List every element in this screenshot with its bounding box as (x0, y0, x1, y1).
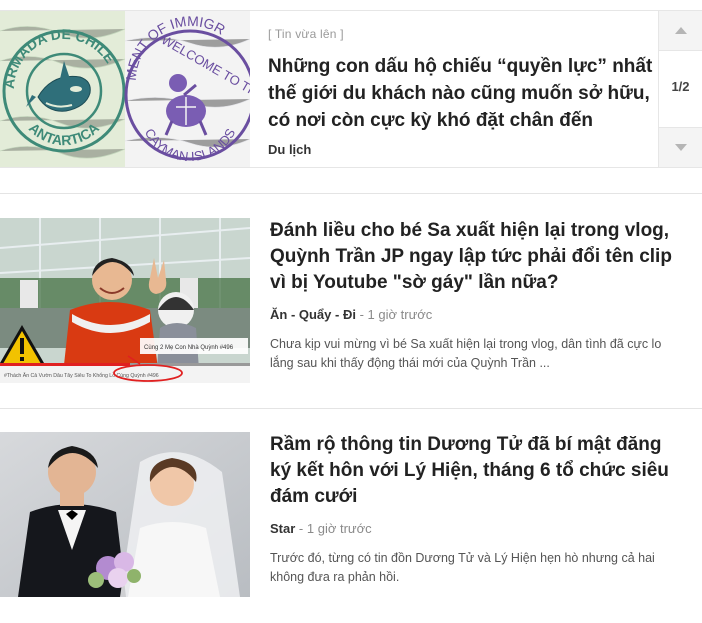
pager-count: 1/2 (671, 79, 690, 94)
article-title[interactable]: Rầm rộ thông tin Dương Tử đã bí mật đăng… (270, 432, 682, 510)
article-content: Đánh liều cho bé Sa xuất hiện lại trong … (270, 218, 682, 373)
featured-article-card[interactable]: ARMADA DE CHILE ANTARTICA MENT OF IMMIGR… (0, 10, 702, 168)
article-category-link[interactable]: Ăn - Quẩy - Đi (270, 307, 356, 322)
article-time: 1 giờ trước (306, 521, 372, 536)
article-thumbnail[interactable]: Cùng 2 Mẹ Con Nhà Quỳnh #496 #Thách Ăn C… (0, 218, 250, 383)
article-category-link[interactable]: Star (270, 521, 295, 536)
article-thumbnail[interactable] (0, 432, 250, 597)
article-time: 1 giờ trước (367, 307, 433, 322)
arrow-up-icon (674, 27, 687, 34)
featured-thumbnail[interactable]: ARMADA DE CHILE ANTARTICA MENT OF IMMIGR… (0, 11, 250, 167)
featured-title[interactable]: Những con dấu hộ chiếu “quyền lực” nhất … (268, 53, 658, 134)
thumb-video-title: #Thách Ăn Cả Vườn Dâu Tây Siêu To Khổng … (4, 372, 159, 379)
latest-news-tag: [ Tin vừa lên ] (268, 27, 344, 41)
article-meta: Star - 1 giờ trước (270, 521, 682, 536)
thumb-caption: Cùng 2 Mẹ Con Nhà Quỳnh #496 (144, 345, 234, 351)
article-summary: Chưa kịp vui mừng vì bé Sa xuất hiện lại… (270, 337, 662, 370)
article-content: Rầm rộ thông tin Dương Tử đã bí mật đăng… (270, 432, 682, 587)
wedding-photo-image (0, 432, 250, 597)
article-meta: Ăn - Quẩy - Đi - 1 giờ trước (270, 307, 682, 322)
article-summary: Trước đó, từng có tin đồn Dương Tử và Lý… (270, 551, 655, 584)
pager-down-button[interactable] (659, 127, 702, 167)
divider (0, 408, 702, 409)
featured-content: [ Tin vừa lên ] Những con dấu hộ chiếu “… (268, 11, 658, 157)
passport-stamps-image: ARMADA DE CHILE ANTARTICA MENT OF IMMIGR… (0, 11, 250, 167)
article-title[interactable]: Đánh liều cho bé Sa xuất hiện lại trong … (270, 218, 682, 296)
vlog-thumbnail-image: Cùng 2 Mẹ Con Nhà Quỳnh #496 #Thách Ăn C… (0, 218, 250, 383)
pager-up-button[interactable] (659, 11, 702, 51)
meta-separator: - (298, 521, 307, 536)
divider (0, 193, 702, 194)
meta-separator: - (359, 307, 368, 322)
featured-category-link[interactable]: Du lịch (268, 142, 658, 157)
featured-pager: 1/2 (658, 11, 702, 167)
arrow-down-icon (674, 144, 687, 151)
